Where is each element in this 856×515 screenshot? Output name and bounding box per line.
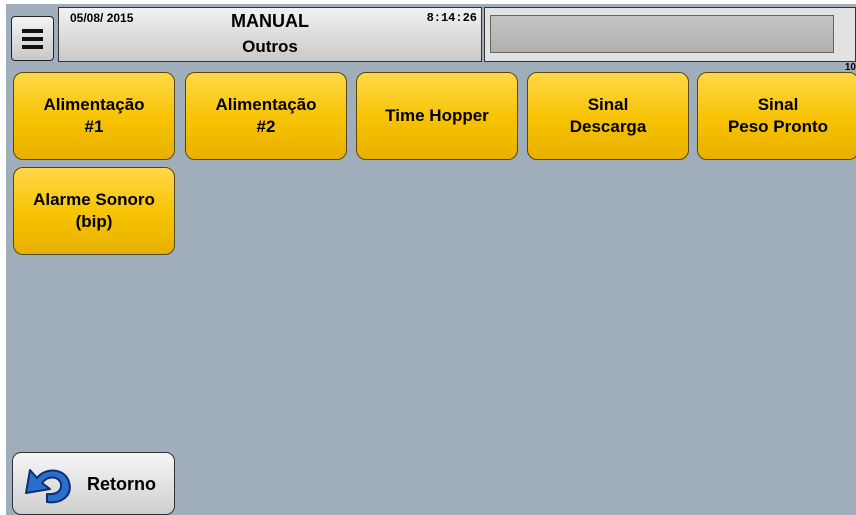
hmi-screen: 05/08/ 2015 MANUAL Outros 8:14:26 10 Ali… — [6, 4, 856, 515]
alarme-sonoro-button[interactable]: Alarme Sonoro (bip) — [13, 167, 175, 255]
message-display — [490, 15, 834, 53]
top-bar: 05/08/ 2015 MANUAL Outros 8:14:26 — [6, 4, 856, 64]
mode-subtitle: Outros — [242, 37, 298, 56]
time-display: 8:14:26 — [426, 11, 477, 25]
retorno-button[interactable]: Retorno — [12, 452, 175, 515]
sinal-descarga-button[interactable]: Sinal Descarga — [527, 72, 689, 160]
mode-title: MANUAL — [231, 11, 309, 31]
sinal-peso-pronto-button[interactable]: Sinal Peso Pronto — [697, 72, 856, 160]
message-panel — [484, 7, 856, 62]
hamburger-menu-icon — [22, 28, 43, 33]
alimentacao-1-button[interactable]: Alimentação #1 — [13, 72, 175, 160]
status-panel: 05/08/ 2015 MANUAL Outros 8:14:26 — [58, 7, 482, 62]
time-hopper-button[interactable]: Time Hopper — [356, 72, 518, 160]
alimentacao-2-button[interactable]: Alimentação #2 — [185, 72, 347, 160]
menu-button[interactable] — [11, 16, 54, 61]
retorno-label: Retorno — [87, 474, 156, 494]
undo-arrow-icon — [25, 469, 71, 504]
